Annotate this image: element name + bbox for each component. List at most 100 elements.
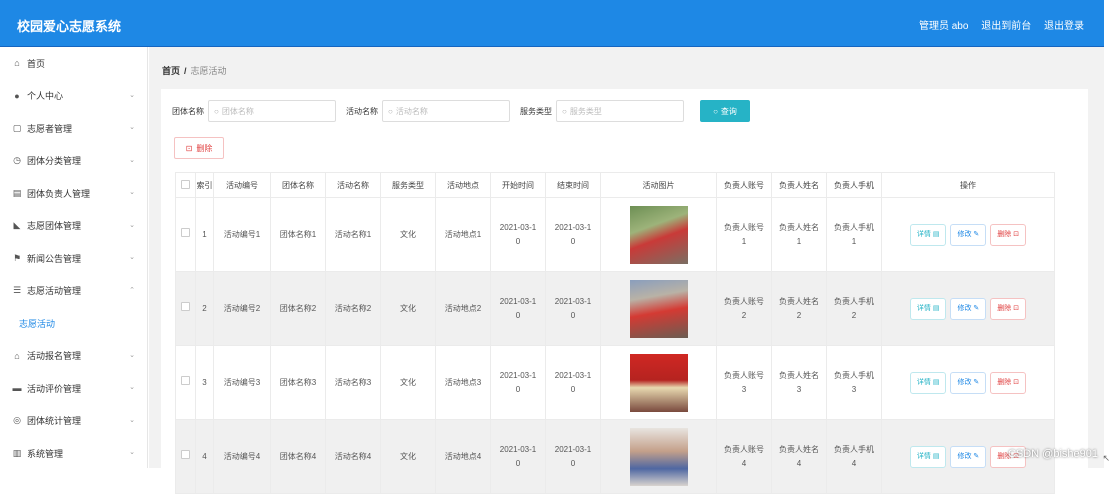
sidebar-item-label: 新闻公告管理 — [27, 252, 81, 265]
home-icon: ⌂ — [11, 58, 23, 68]
group-name-input[interactable]: ○团体名称 — [208, 100, 336, 122]
chevron-down-icon: ⌄ — [129, 351, 135, 359]
cell-end: 2021-03-1 0 — [546, 346, 601, 420]
table-row: 1活动编号1团体名称1活动名称1文化活动地点12021-03-1 02021-0… — [176, 198, 1055, 272]
sidebar-item[interactable]: ◎ 团体统计管理 ⌄ — [0, 405, 147, 438]
activity-photo[interactable] — [630, 354, 688, 412]
cell-leader: 负责人姓名 2 — [772, 272, 827, 346]
edit-button[interactable]: 修改 ✎ — [950, 372, 986, 394]
detail-button[interactable]: 详情 ▤ — [910, 298, 947, 320]
sidebar-item[interactable]: ●个人中心⌄ — [0, 80, 147, 113]
sidebar-item[interactable]: ◷团体分类管理⌄ — [0, 145, 147, 178]
sidebar-item[interactable]: ▥系统管理⌄ — [0, 437, 147, 468]
chevron-down-icon: ⌄ — [129, 416, 135, 424]
query-button-label: 查询 — [721, 106, 737, 117]
service-type-input[interactable]: ○服务类型 — [556, 100, 684, 122]
delete-button[interactable]: 删除 ⊡ — [990, 372, 1026, 394]
search-icon: ○ — [713, 107, 718, 116]
cell-group: 团体名称2 — [271, 272, 326, 346]
cell-phone: 负责人手机 2 — [827, 272, 882, 346]
delete-button[interactable]: 删除 ⊡ — [990, 224, 1026, 246]
chevron-up-icon: ⌃ — [129, 286, 135, 294]
cell-actions: 详情 ▤修改 ✎删除 ⊡ — [882, 198, 1055, 272]
cell-code: 活动编号4 — [214, 420, 271, 494]
column-header: 开始时间 — [491, 173, 546, 198]
sidebar-item-label: 志愿团体管理 — [27, 219, 81, 232]
cell-place: 活动地点2 — [436, 272, 491, 346]
select-all-checkbox[interactable] — [181, 180, 190, 189]
sidebar-item-label: 团体统计管理 — [27, 414, 81, 427]
chevron-down-icon: ⌄ — [129, 91, 135, 99]
detail-button[interactable]: 详情 ▤ — [910, 446, 947, 468]
batch-delete-button[interactable]: ⊡删除 — [174, 137, 224, 159]
content-panel: 团体名称 ○团体名称 活动名称 ○活动名称 服务类型 ○服务类型 ○查询 ⊡删除… — [161, 89, 1088, 468]
cell-name: 活动名称1 — [326, 198, 381, 272]
main-content: 首页/志愿活动 团体名称 ○团体名称 活动名称 ○活动名称 服务类型 ○服务类型… — [149, 47, 1104, 468]
sidebar-item[interactable]: ▢志愿者管理⌄ — [0, 112, 147, 145]
row-checkbox-cell[interactable] — [176, 198, 196, 272]
activity-photo[interactable] — [630, 206, 688, 264]
logout-link[interactable]: 退出登录 — [1044, 21, 1084, 32]
row-checkbox[interactable] — [181, 228, 190, 237]
cell-idx: 3 — [196, 346, 214, 420]
cell-start: 2021-03-1 0 — [491, 346, 546, 420]
service-type-label: 服务类型 — [520, 106, 552, 117]
detail-button[interactable]: 详情 ▤ — [910, 224, 947, 246]
watermark: CSDN @bishe901 — [1008, 448, 1098, 460]
flag-icon: ⚑ — [11, 253, 23, 264]
sidebar-item[interactable]: ☰志愿活动管理⌃ — [0, 275, 147, 308]
cell-account: 负责人账号 4 — [717, 420, 772, 494]
breadcrumb-current: 志愿活动 — [191, 66, 227, 76]
column-header: 负责人账号 — [717, 173, 772, 198]
cell-account: 负责人账号 2 — [717, 272, 772, 346]
delete-button[interactable]: 删除 ⊡ — [990, 298, 1026, 320]
detail-button[interactable]: 详情 ▤ — [910, 372, 947, 394]
activity-name-label: 活动名称 — [346, 106, 378, 117]
column-header: 团体名称 — [271, 173, 326, 198]
clock-icon: ◷ — [11, 155, 23, 166]
cell-phone: 负责人手机 3 — [827, 346, 882, 420]
cell-idx: 1 — [196, 198, 214, 272]
activity-name-input[interactable]: ○活动名称 — [382, 100, 510, 122]
select-all-checkbox-cell[interactable] — [176, 173, 196, 198]
row-checkbox[interactable] — [181, 302, 190, 311]
cell-group: 团体名称4 — [271, 420, 326, 494]
sidebar-subitem-volunteer-activity[interactable]: 志愿活动 — [0, 307, 147, 340]
cell-start: 2021-03-1 0 — [491, 198, 546, 272]
breadcrumb-separator: / — [184, 66, 187, 76]
edit-button[interactable]: 修改 ✎ — [950, 446, 986, 468]
cell-place: 活动地点4 — [436, 420, 491, 494]
row-checkbox[interactable] — [181, 376, 190, 385]
trash-icon: ⊡ — [186, 144, 193, 153]
row-checkbox-cell[interactable] — [176, 272, 196, 346]
activity-photo[interactable] — [630, 280, 688, 338]
sidebar-item[interactable]: ◣志愿团体管理⌄ — [0, 210, 147, 243]
cell-name: 活动名称4 — [326, 420, 381, 494]
cell-place: 活动地点1 — [436, 198, 491, 272]
sidebar-item-label: 团体负责人管理 — [27, 187, 90, 200]
query-button[interactable]: ○查询 — [700, 100, 750, 122]
column-header: 负责人姓名 — [772, 173, 827, 198]
sidebar-item[interactable]: ▤团体负责人管理⌄ — [0, 177, 147, 210]
row-checkbox-cell[interactable] — [176, 346, 196, 420]
sidebar-item-label: 志愿活动 — [19, 317, 55, 330]
row-checkbox[interactable] — [181, 450, 190, 459]
card-icon: ▢ — [11, 123, 23, 134]
edit-button[interactable]: 修改 ✎ — [950, 224, 986, 246]
globe-icon: ◎ — [11, 415, 23, 426]
sidebar-item-label: 团体分类管理 — [27, 154, 81, 167]
row-checkbox-cell[interactable] — [176, 420, 196, 494]
sidebar-item[interactable]: ⌂活动报名管理⌄ — [0, 340, 147, 373]
search-icon: ○ — [562, 107, 567, 116]
sidebar-item[interactable]: ⌂首页 — [0, 47, 147, 80]
breadcrumb-home[interactable]: 首页 — [162, 66, 180, 76]
activity-photo[interactable] — [630, 428, 688, 486]
sidebar-item[interactable]: ⚑新闻公告管理⌄ — [0, 242, 147, 275]
group-name-placeholder: 团体名称 — [222, 106, 254, 117]
sidebar-item[interactable]: ▬活动评价管理⌄ — [0, 372, 147, 405]
sidebar-item-label: 系统管理 — [27, 447, 63, 460]
cell-image — [601, 346, 717, 420]
group-name-label: 团体名称 — [172, 106, 204, 117]
back-to-front-link[interactable]: 退出到前台 — [981, 21, 1031, 32]
edit-button[interactable]: 修改 ✎ — [950, 298, 986, 320]
